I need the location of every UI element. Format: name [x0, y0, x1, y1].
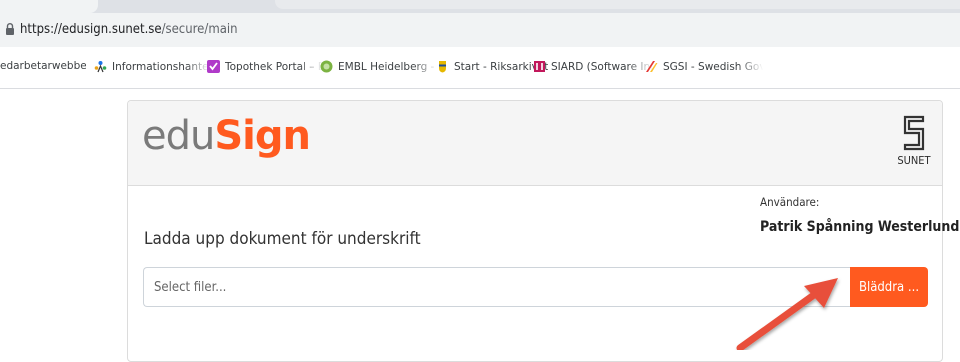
browser-tab[interactable]: [275, 0, 960, 9]
embl-icon: [320, 60, 333, 73]
bookmark-sgsi[interactable]: SGSI - Swedish Gove: [645, 60, 763, 73]
bookmark-label: SIARD (Software Inde: [551, 60, 653, 73]
bookmark-medarbetarwebben[interactable]: edarbetarwebben p: [0, 60, 86, 72]
tab-strip: [0, 0, 960, 13]
upload-card: eduSign SUNET Användare: Patrik Spånning…: [127, 100, 959, 362]
people-icon: [94, 61, 107, 73]
bookmark-embl[interactable]: EMBL Heidelberg - Th: [320, 60, 438, 73]
bookmark-informationshantering[interactable]: Informationshantering: [94, 60, 210, 73]
sunet-s-icon: [903, 115, 925, 151]
logo-sign: Sign: [214, 113, 311, 159]
bookmark-siard[interactable]: SIARD (Software Inde: [533, 60, 653, 73]
edusign-logo[interactable]: eduSign: [142, 113, 311, 159]
active-tab[interactable]: [0, 0, 98, 13]
user-name: Patrik Spånning Westerlund: [760, 219, 960, 235]
user-label: Användare:: [760, 195, 820, 209]
riksarkivet-icon: [439, 61, 446, 73]
upload-heading: Ladda upp dokument för underskrift: [144, 229, 421, 249]
bookmark-label: Topothek Portal – Da: [225, 60, 323, 73]
url-text[interactable]: https://edusign.sunet.se/secure/main: [20, 22, 238, 37]
card-header: eduSign SUNET: [128, 101, 942, 186]
url-host: https://edusign.sunet.se: [20, 22, 162, 37]
bookmark-riksarkivet[interactable]: Start - Riksarkivet: [436, 60, 548, 73]
bookmark-label: Informationshantering: [112, 60, 210, 73]
url-path: /secure/main: [161, 22, 238, 37]
address-bar[interactable]: https://edusign.sunet.se/secure/main: [0, 13, 960, 47]
topothek-icon: [207, 60, 220, 73]
sunet-label: SUNET: [897, 154, 931, 167]
file-select-input[interactable]: [143, 267, 850, 307]
browse-button[interactable]: Bläddra ...: [850, 267, 928, 307]
bookmarks-bar: edarbetarwebben p Informationshantering …: [0, 47, 960, 89]
bookmark-label: edarbetarwebben p: [0, 60, 86, 72]
bookmark-label: SGSI - Swedish Gove: [663, 60, 763, 73]
siard-icon: [534, 61, 545, 72]
bookmark-topothek[interactable]: Topothek Portal – Da: [207, 60, 323, 73]
bookmark-label: EMBL Heidelberg - Th: [338, 60, 438, 73]
lock-icon[interactable]: [6, 23, 14, 35]
sunet-logo: SUNET: [894, 115, 934, 175]
sgsi-icon: [646, 61, 658, 72]
logo-edu: edu: [142, 113, 215, 159]
